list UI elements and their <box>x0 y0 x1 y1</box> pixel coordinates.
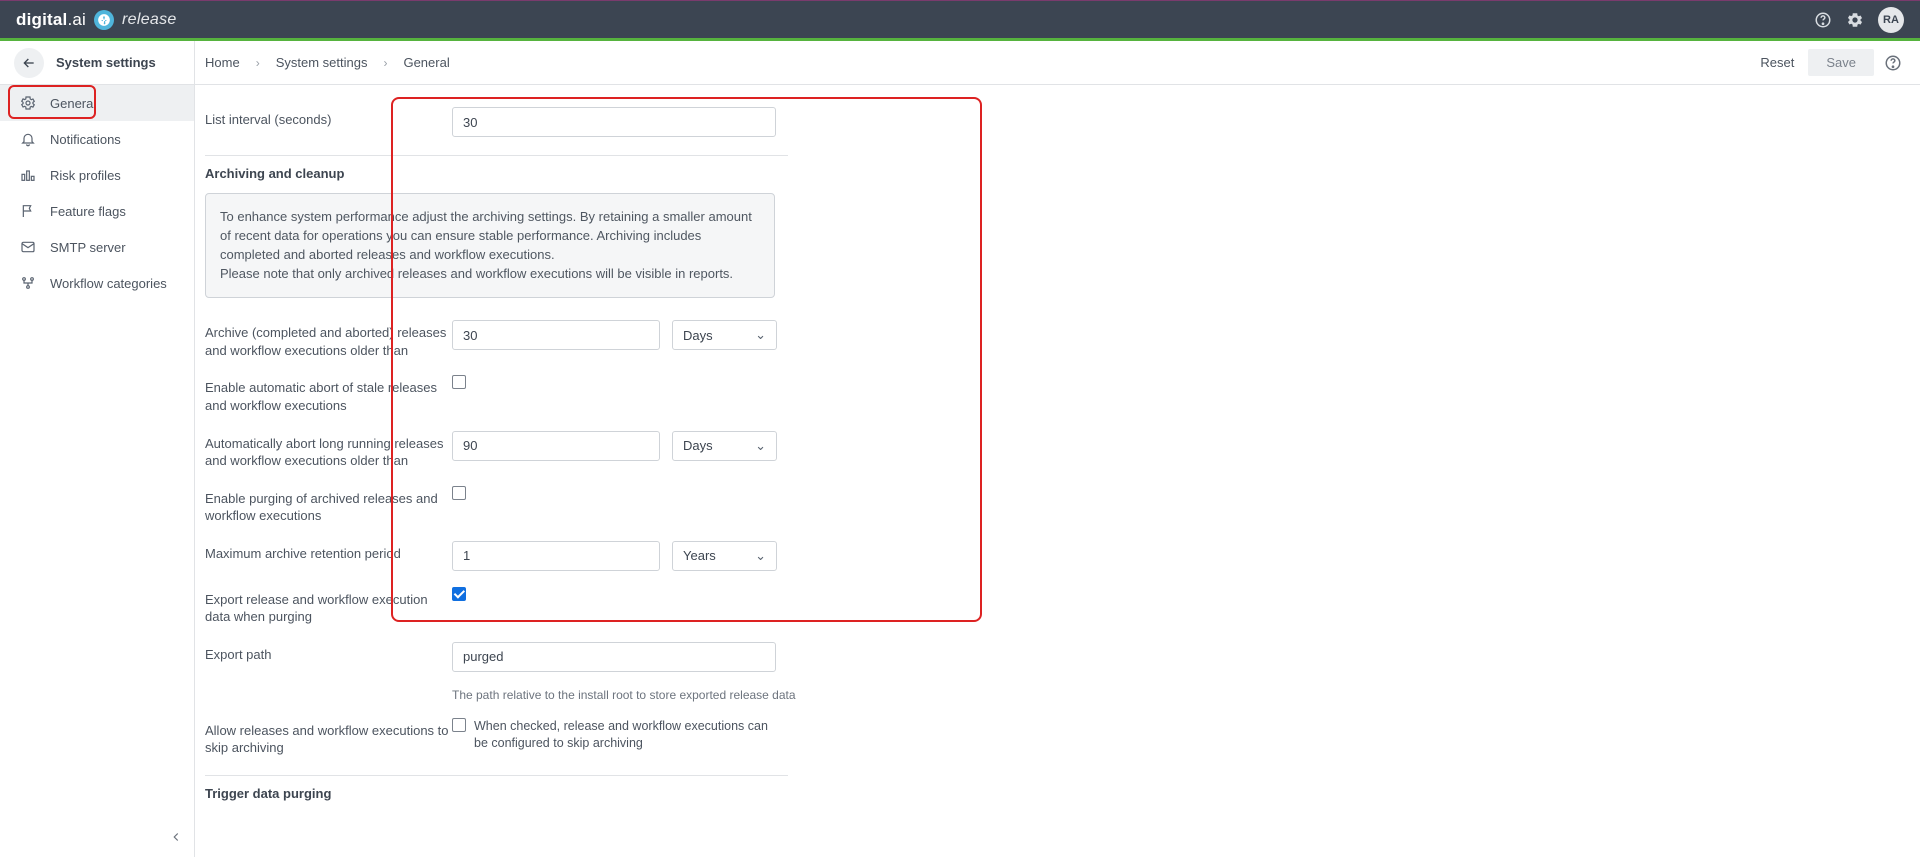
allow-skip-label: Allow releases and workflow executions t… <box>205 718 452 757</box>
sidebar-item-risk-profiles[interactable]: Risk profiles <box>0 157 194 193</box>
export-when-purge-checkbox[interactable] <box>452 587 466 601</box>
mail-icon <box>20 239 36 255</box>
content-scroll[interactable]: List interval (seconds) Archiving and cl… <box>195 85 1920 857</box>
flag-icon <box>20 203 36 219</box>
max-retention-label: Maximum archive retention period <box>205 541 452 563</box>
row-max-retention: Maximum archive retention period Years ⌄ <box>205 533 1920 579</box>
sidebar-collapse-button[interactable] <box>166 827 186 847</box>
sidebar-item-label: Workflow categories <box>50 276 167 291</box>
archiving-info-box: To enhance system performance adjust the… <box>205 193 775 298</box>
section-trigger-purging: Trigger data purging <box>205 775 788 813</box>
avatar[interactable]: RA <box>1878 7 1904 33</box>
row-list-interval: List interval (seconds) <box>205 99 1920 145</box>
sidebar-nav: General Notifications Risk profiles Feat… <box>0 85 194 301</box>
sidebar-item-label: Risk profiles <box>50 168 121 183</box>
select-value: Years <box>683 548 716 563</box>
workflow-icon <box>20 275 36 291</box>
back-button[interactable] <box>14 48 44 78</box>
page-help-icon[interactable] <box>1884 54 1902 72</box>
list-interval-label: List interval (seconds) <box>205 107 452 129</box>
sidebar-item-label: SMTP server <box>50 240 126 255</box>
row-enable-purge: Enable purging of archived releases and … <box>205 478 1920 533</box>
archiving-title: Archiving and cleanup <box>205 166 788 181</box>
chevron-right-icon: › <box>383 56 387 70</box>
breadcrumb-current: General <box>403 55 449 70</box>
breadcrumb-system-settings[interactable]: System settings <box>276 55 368 70</box>
sidebar-item-label: Notifications <box>50 132 121 147</box>
export-path-help: The path relative to the install root to… <box>452 688 796 702</box>
reset-button[interactable]: Reset <box>1746 49 1808 76</box>
sidebar-item-smtp[interactable]: SMTP server <box>0 229 194 265</box>
content-header: Home › System settings › General Reset S… <box>195 41 1920 85</box>
max-retention-unit-select[interactable]: Years ⌄ <box>672 541 777 571</box>
sidebar-header: System settings <box>0 41 194 85</box>
product-name: release <box>122 11 177 29</box>
chevron-down-icon: ⌄ <box>755 438 766 454</box>
breadcrumb-home[interactable]: Home <box>205 55 240 70</box>
settings-gear-icon[interactable] <box>1846 11 1864 29</box>
chevron-down-icon: ⌄ <box>755 327 766 343</box>
sidebar: System settings General Notifications Ri… <box>0 41 195 857</box>
row-export-when-purge: Export release and workflow execution da… <box>205 579 1920 634</box>
row-allow-skip: Allow releases and workflow executions t… <box>205 710 1920 765</box>
select-value: Days <box>683 328 713 343</box>
auto-abort-label: Automatically abort long running release… <box>205 431 452 470</box>
breadcrumb: Home › System settings › General <box>205 55 450 70</box>
brand-digitalai: digital.ai <box>16 10 86 30</box>
enable-auto-abort-checkbox[interactable] <box>452 375 466 389</box>
row-auto-abort: Automatically abort long running release… <box>205 423 1920 478</box>
row-enable-auto-abort: Enable automatic abort of stale releases… <box>205 367 1920 422</box>
allow-skip-checkbox[interactable] <box>452 718 466 732</box>
sidebar-item-notifications[interactable]: Notifications <box>0 121 194 157</box>
save-button[interactable]: Save <box>1808 49 1874 76</box>
section-archiving: Archiving and cleanup <box>205 155 788 193</box>
archive-older-label: Archive (completed and aborted) releases… <box>205 320 452 359</box>
gear-icon <box>20 95 36 111</box>
row-export-path: Export path The path relative to the ins… <box>205 634 1920 710</box>
help-icon[interactable] <box>1814 11 1832 29</box>
auto-abort-input[interactable] <box>452 431 660 461</box>
enable-auto-abort-label: Enable automatic abort of stale releases… <box>205 375 452 414</box>
bell-icon <box>20 131 36 147</box>
topbar-actions: RA <box>1814 7 1904 33</box>
topbar: digital.ai release RA <box>0 0 1920 38</box>
content: Home › System settings › General Reset S… <box>195 41 1920 857</box>
sidebar-item-label: General <box>50 96 96 111</box>
sidebar-title: System settings <box>56 55 156 70</box>
sidebar-item-general[interactable]: General <box>0 85 194 121</box>
auto-abort-unit-select[interactable]: Days ⌄ <box>672 431 777 461</box>
risk-icon <box>20 167 36 183</box>
export-path-input[interactable] <box>452 642 776 672</box>
sidebar-item-feature-flags[interactable]: Feature flags <box>0 193 194 229</box>
brand-logo[interactable]: digital.ai release <box>16 10 177 30</box>
sidebar-item-label: Feature flags <box>50 204 126 219</box>
chevron-right-icon: › <box>256 56 260 70</box>
archive-older-unit-select[interactable]: Days ⌄ <box>672 320 777 350</box>
export-path-label: Export path <box>205 642 452 664</box>
archiving-info-line2: Please note that only archived releases … <box>220 265 760 284</box>
list-interval-input[interactable] <box>452 107 776 137</box>
archiving-info-line1: To enhance system performance adjust the… <box>220 208 760 265</box>
row-archive-older: Archive (completed and aborted) releases… <box>205 312 1920 367</box>
select-value: Days <box>683 438 713 453</box>
chevron-down-icon: ⌄ <box>755 548 766 564</box>
archive-older-input[interactable] <box>452 320 660 350</box>
enable-purge-checkbox[interactable] <box>452 486 466 500</box>
max-retention-input[interactable] <box>452 541 660 571</box>
sidebar-item-workflow-categories[interactable]: Workflow categories <box>0 265 194 301</box>
release-product-icon <box>94 10 114 30</box>
export-when-purge-label: Export release and workflow execution da… <box>205 587 452 626</box>
allow-skip-help: When checked, release and workflow execu… <box>474 718 774 753</box>
trigger-purging-title: Trigger data purging <box>205 786 788 801</box>
enable-purge-label: Enable purging of archived releases and … <box>205 486 452 525</box>
